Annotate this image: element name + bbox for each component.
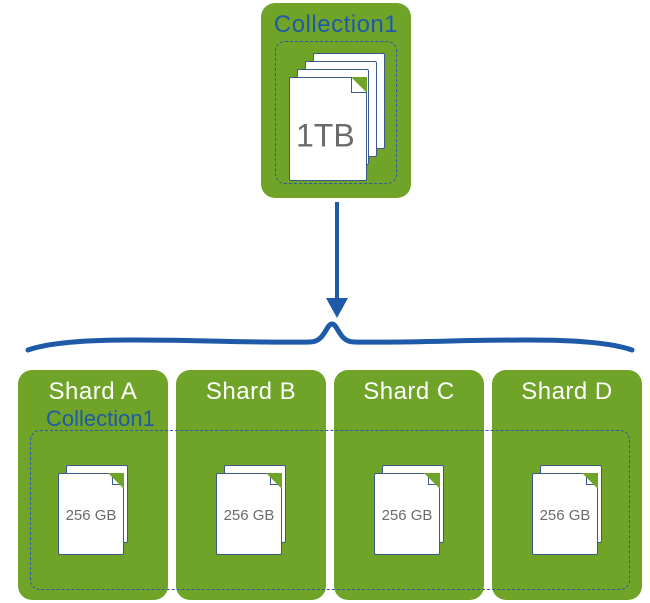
shard-d-card: Shard D 256 GB	[492, 370, 642, 600]
sharded-collection-title: Collection1	[46, 406, 155, 432]
arrow-line	[335, 202, 339, 302]
shard-title: Shard D	[492, 378, 642, 406]
source-size-label: 1TB	[296, 117, 360, 154]
shard-title: Shard C	[334, 378, 484, 406]
shard-title: Shard A	[18, 378, 168, 406]
shard-size-label: 256 GB	[375, 507, 439, 524]
shard-size-label: 256 GB	[59, 507, 123, 524]
shard-size-label: 256 GB	[217, 507, 281, 524]
source-collection-title: Collection1	[261, 11, 411, 39]
shard-b-card: Shard B 256 GB	[176, 370, 326, 600]
shard-size-label: 256 GB	[533, 507, 597, 524]
brace-icon	[20, 316, 640, 356]
shard-a-card: Shard A 256 GB	[18, 370, 168, 600]
shard-c-card: Shard C 256 GB	[334, 370, 484, 600]
shard-title: Shard B	[176, 378, 326, 406]
arrow-head-icon	[326, 298, 348, 318]
source-collection-card: Collection1 1TB	[261, 3, 411, 198]
